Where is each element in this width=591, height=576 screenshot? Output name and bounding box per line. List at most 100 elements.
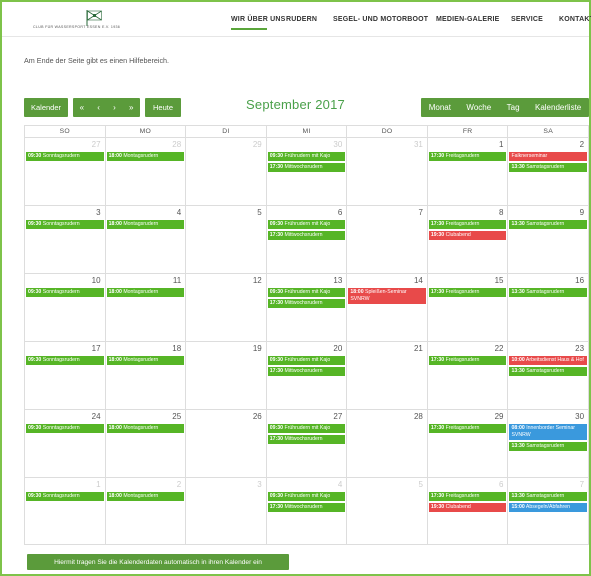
day-number[interactable]: 13 [333, 276, 342, 285]
calendar-event[interactable]: 17:30 Freitagsrudern [428, 288, 507, 297]
calendar-event[interactable]: 09:30 Frührudern mit Kajo [267, 288, 346, 297]
calendar-day-cell[interactable]: 6 17:30 Freitagsrudern 19:30 Clubabend [428, 478, 509, 544]
calendar-day-cell[interactable]: 30 08:00 Innenborder Seminar SVNRW 13:30 S… [508, 410, 588, 477]
calendar-event[interactable]: 17:30 Mittwochsrudern [267, 435, 346, 444]
calendar-event[interactable]: Falknerseminar [509, 152, 588, 161]
day-number[interactable]: 22 [495, 344, 504, 353]
day-number[interactable]: 23 [575, 344, 584, 353]
calendar-day-cell[interactable]: 5 [347, 478, 428, 544]
calendar-event[interactable]: 09:30 Sonntagsrudern [26, 288, 104, 297]
day-number[interactable]: 6 [499, 480, 503, 489]
calendar-day-cell[interactable]: 11 18:00 Montagsrudern [106, 274, 187, 341]
day-number[interactable]: 31 [414, 140, 423, 149]
calendar-event[interactable]: 09:30 Sonntagsrudern [26, 152, 104, 161]
day-number[interactable]: 2 [177, 480, 181, 489]
calendar-event[interactable]: 18:00 Montagsrudern [106, 152, 185, 161]
calendar-event[interactable]: 17:30 Freitagsrudern [428, 220, 507, 229]
calendar-event[interactable]: 09:30 Frührudern mit Kajo [267, 220, 346, 229]
day-number[interactable]: 24 [92, 412, 101, 421]
calendar-day-cell[interactable]: 8 17:30 Freitagsrudern 19:30 Clubabend [428, 206, 509, 273]
day-number[interactable]: 27 [333, 412, 342, 421]
calendar-day-cell[interactable]: 3 [186, 478, 267, 544]
day-number[interactable]: 20 [333, 344, 342, 353]
day-number[interactable]: 7 [580, 480, 584, 489]
calendar-event[interactable]: 09:30 Frührudern mit Kajo [267, 492, 346, 501]
calendar-event[interactable]: 17:30 Freitagsrudern [428, 356, 507, 365]
day-number[interactable]: 5 [418, 480, 422, 489]
calendar-day-cell[interactable]: 12 [186, 274, 267, 341]
calendar-event[interactable]: 17:30 Mittwochsrudern [267, 163, 346, 172]
day-number[interactable]: 7 [418, 208, 422, 217]
calendar-day-cell[interactable]: 17 09:30 Sonntagsrudern [25, 342, 106, 409]
calendar-day-cell[interactable]: 25 18:00 Montagsrudern [106, 410, 187, 477]
calendar-event[interactable]: 17:30 Freitagsrudern [428, 152, 507, 161]
day-number[interactable]: 12 [253, 276, 262, 285]
calendar-day-cell[interactable]: 29 [186, 138, 267, 205]
calendar-event[interactable]: 17:30 Freitagsrudern [428, 492, 507, 501]
calendar-event[interactable]: 19:30 Clubabend [428, 231, 507, 240]
day-number[interactable]: 26 [253, 412, 262, 421]
calendar-event[interactable]: 18:00 Montagsrudern [106, 288, 185, 297]
calendar-day-cell[interactable]: 30 09:30 Frührudern mit Kajo 17:30 Mittwoc… [267, 138, 348, 205]
day-number[interactable]: 8 [499, 208, 503, 217]
day-number[interactable]: 28 [414, 412, 423, 421]
day-number[interactable]: 30 [575, 412, 584, 421]
view-day-button[interactable]: Tag [507, 103, 520, 112]
view-list-button[interactable]: Kalenderliste [535, 103, 581, 112]
calendar-day-cell[interactable]: 10 09:30 Sonntagsrudern [25, 274, 106, 341]
calendar-day-cell[interactable]: 28 [347, 410, 428, 477]
day-number[interactable]: 10 [92, 276, 101, 285]
day-number[interactable]: 29 [495, 412, 504, 421]
calendar-day-cell[interactable]: 27 09:30 Frührudern mit Kajo 17:30 Mittwoc… [267, 410, 348, 477]
calendar-event[interactable]: 18:00 Montagsrudern [106, 424, 185, 433]
calendar-event[interactable]: 13:30 Samstagsrudern [509, 220, 588, 229]
calendar-day-cell[interactable]: 19 [186, 342, 267, 409]
calendar-event[interactable]: 10:00 Arbeitsdienst Haus & Hof [509, 356, 588, 365]
calendar-day-cell[interactable]: 1 17:30 Freitagsrudern [428, 138, 509, 205]
calendar-event[interactable]: 15:00 Absegeln/Abfahren [509, 503, 588, 512]
calendar-event[interactable]: 09:30 Sonntagsrudern [26, 424, 104, 433]
calendar-event[interactable]: 17:30 Freitagsrudern [428, 424, 507, 433]
day-number[interactable]: 1 [96, 480, 100, 489]
calendar-event[interactable]: 17:30 Mittwochsrudern [267, 503, 346, 512]
nav-service[interactable]: SERVICE [511, 16, 543, 23]
day-number[interactable]: 9 [580, 208, 584, 217]
calendar-day-cell[interactable]: 31 [347, 138, 428, 205]
day-number[interactable]: 21 [414, 344, 423, 353]
calendar-day-cell[interactable]: 7 [347, 206, 428, 273]
calendar-event[interactable]: 09:30 Frührudern mit Kajo [267, 424, 346, 433]
calendar-day-cell[interactable]: 14 18:00 Spleißen-Seminar SVNRW [347, 274, 428, 341]
day-number[interactable]: 16 [575, 276, 584, 285]
calendar-event[interactable]: 09:30 Sonntagsrudern [26, 220, 104, 229]
day-number[interactable]: 6 [338, 208, 342, 217]
nav-rudern[interactable]: RUDERN [286, 16, 317, 23]
calendar-day-cell[interactable]: 4 09:30 Frührudern mit Kajo 17:30 Mittwoch… [267, 478, 348, 544]
calendar-event[interactable]: 17:30 Mittwochsrudern [267, 231, 346, 240]
calendar-day-cell[interactable]: 26 [186, 410, 267, 477]
calendar-day-cell[interactable]: 28 18:00 Montagsrudern [106, 138, 187, 205]
calendar-day-cell[interactable]: 16 13:30 Samstagsrudern [508, 274, 588, 341]
calendar-day-cell[interactable]: 18 18:00 Montagsrudern [106, 342, 187, 409]
calendar-day-cell[interactable]: 21 [347, 342, 428, 409]
calendar-day-cell[interactable]: 5 [186, 206, 267, 273]
day-number[interactable]: 28 [172, 140, 181, 149]
day-number[interactable]: 3 [96, 208, 100, 217]
nav-wir-ueber-uns[interactable]: WIR ÜBER UNS [231, 16, 286, 23]
view-month-button[interactable]: Monat [429, 103, 451, 112]
calendar-event[interactable]: 18:00 Montagsrudern [106, 356, 185, 365]
calendar-day-cell[interactable]: 6 09:30 Frührudern mit Kajo 17:30 Mittwoch… [267, 206, 348, 273]
calendar-day-cell[interactable]: 29 17:30 Freitagsrudern [428, 410, 509, 477]
calendar-event[interactable]: 18:00 Montagsrudern [106, 492, 185, 501]
day-number[interactable]: 4 [338, 480, 342, 489]
calendar-event[interactable]: 17:30 Mittwochsrudern [267, 367, 346, 376]
calendar-event[interactable]: 13:30 Samstagsrudern [509, 492, 588, 501]
day-number[interactable]: 3 [257, 480, 261, 489]
day-number[interactable]: 17 [92, 344, 101, 353]
calendar-day-cell[interactable]: 2 Falknerseminar 13:30 Samstagsrudern [508, 138, 588, 205]
calendar-event[interactable]: 13:30 Samstagsrudern [509, 367, 588, 376]
calendar-day-cell[interactable]: 15 17:30 Freitagsrudern [428, 274, 509, 341]
calendar-event[interactable]: 18:00 Montagsrudern [106, 220, 185, 229]
day-number[interactable]: 29 [253, 140, 262, 149]
day-number[interactable]: 4 [177, 208, 181, 217]
view-week-button[interactable]: Woche [466, 103, 491, 112]
